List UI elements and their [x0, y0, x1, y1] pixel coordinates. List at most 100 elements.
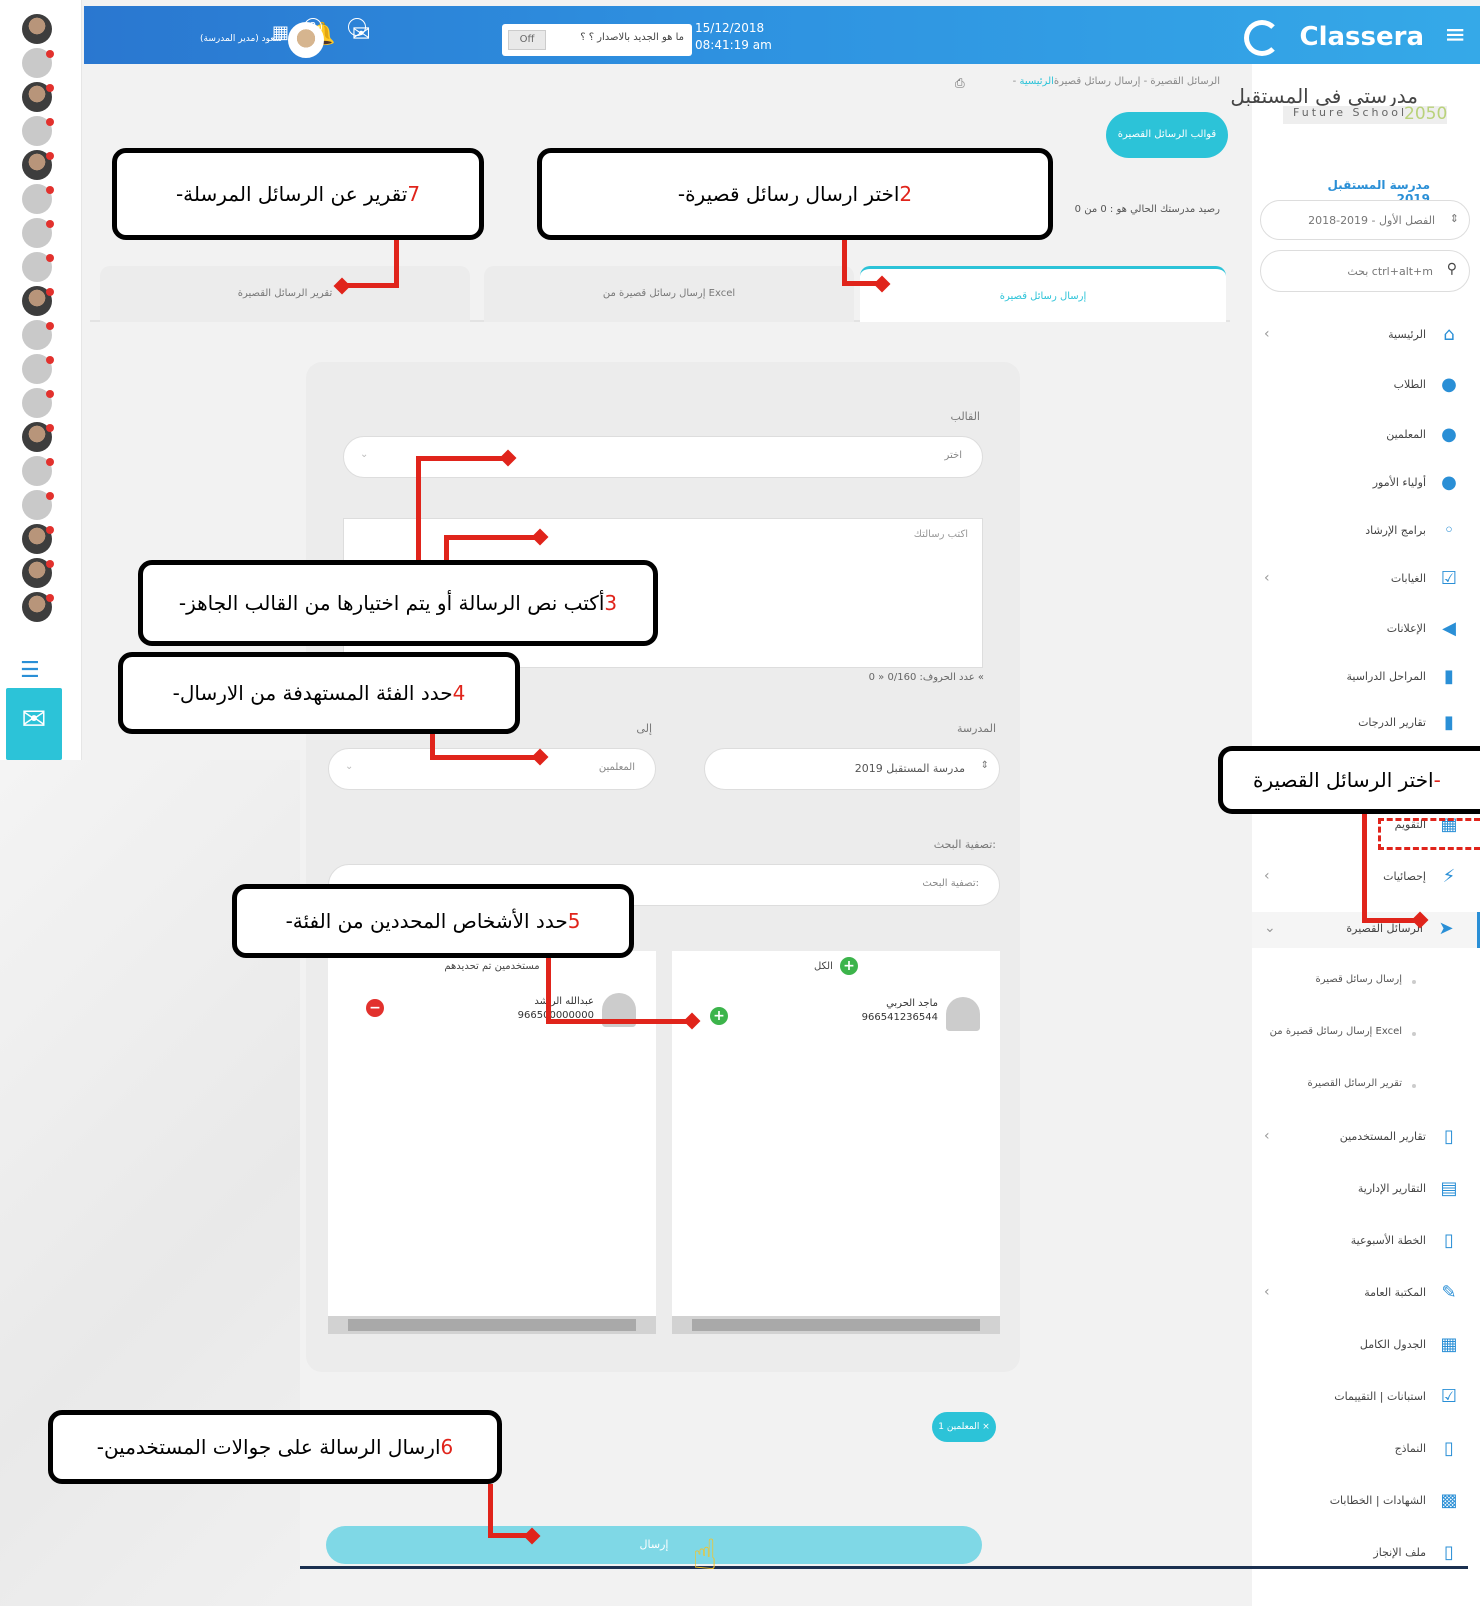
sidebar-item-label: الخطة الأسبوعية: [1350, 1234, 1426, 1247]
toggle-switch[interactable]: Off: [508, 30, 546, 50]
add-user-icon[interactable]: +: [710, 1007, 728, 1025]
chevron-left-icon[interactable]: ‹: [1264, 570, 1270, 586]
chevron-left-icon[interactable]: ‹: [1264, 868, 1270, 884]
user-avatar: [946, 997, 980, 1031]
scrollbar[interactable]: [672, 1316, 1000, 1334]
bullet-icon: [1412, 1032, 1416, 1036]
sidebar-item[interactable]: أولياء الأمور ●: [1252, 466, 1480, 502]
school-label: المدرسة: [957, 722, 996, 735]
sidebar-item[interactable]: الخطة الأسبوعية ▯: [1252, 1224, 1480, 1260]
chat-icon[interactable]: ✉: [6, 688, 62, 760]
remove-user-icon[interactable]: −: [366, 999, 384, 1017]
sidebar-item-label: المراحل الدراسية: [1346, 670, 1426, 683]
sidebar-item[interactable]: المكتبة العامة ✎ ‹: [1252, 1276, 1480, 1312]
avatar[interactable]: [22, 14, 52, 44]
sidebar-item[interactable]: استبانات | التقييمات ☑: [1252, 1380, 1480, 1416]
sidebar-item[interactable]: الشهادات | الخطابات ▩: [1252, 1484, 1480, 1520]
callout-7: -تقرير عن الرسائل المرسلة 7: [112, 148, 484, 240]
templates-button[interactable]: قوالب الرسائل القصيرة: [1106, 112, 1228, 158]
sidebar-item[interactable]: الجدول الكامل ▦: [1252, 1328, 1480, 1364]
user-icon: ●: [1441, 374, 1457, 395]
callout-number: 3: [604, 591, 618, 615]
list-item[interactable]: ماجد الحربي 966541236544: [862, 997, 938, 1025]
sidebar-item[interactable]: المعلمين ●: [1252, 418, 1480, 454]
sidebar-item-label: الطلاب: [1393, 378, 1426, 391]
chart-icon: ▮: [1444, 666, 1454, 687]
menu-icon[interactable]: ≡: [1444, 20, 1466, 50]
callout-4: -حدد الفئة المستهدفة من الارسال 4: [118, 652, 520, 734]
callout-6: -ارسال الرسالة على جوالات المستخدمين 6: [48, 1410, 502, 1484]
sidebar-item[interactable]: برامج الإرشاد ◦: [1252, 514, 1480, 550]
send-button[interactable]: إرسال: [326, 1526, 982, 1564]
chevron-down-icon: ⌄: [360, 449, 369, 460]
selected-group-chip[interactable]: المعلمين 1 ×: [932, 1412, 996, 1442]
school-select[interactable]: مدرسة المستقبل 2019 ⇕: [704, 748, 1000, 790]
sidebar-item[interactable]: الرئيسية ⌂ ‹: [1252, 318, 1480, 354]
chevron-left-icon[interactable]: ‹: [1264, 1284, 1270, 1300]
sidebar-item-label: تقرير الرسائل القصيرة: [1307, 1078, 1402, 1089]
scrollbar-thumb[interactable]: [348, 1319, 636, 1331]
tab-send-sms[interactable]: إرسال رسائل قصيرة: [860, 266, 1226, 322]
sidebar-item-label: تقارير المستخدمين: [1339, 1130, 1426, 1143]
school-value: مدرسة المستقبل 2019: [854, 762, 965, 775]
tab-sms-report[interactable]: تقرير الرسائل القصيرة: [100, 266, 470, 322]
sidebar-item[interactable]: الغيابات ☑ ‹: [1252, 562, 1480, 598]
chevron-left-icon[interactable]: ‹: [1264, 1128, 1270, 1144]
messages-icon[interactable]: ✉: [348, 18, 370, 47]
file-icon: ▯: [1444, 1542, 1454, 1563]
user-name[interactable]: سعود (مدير المدرسة): [200, 34, 282, 44]
semester-select[interactable]: الفصل الأول - 2019-2018 ⇕: [1260, 200, 1470, 240]
brand-logo[interactable]: Classera: [1300, 22, 1425, 52]
table-icon: ▦: [1440, 1334, 1458, 1355]
print-icon[interactable]: ⎙: [955, 76, 965, 91]
sidebar-item-label: أولياء الأمور: [1372, 476, 1426, 489]
pointer-hand-icon: ☝: [692, 1530, 718, 1579]
sidebar-item[interactable]: تقرير الرسائل القصيرة: [1252, 1068, 1480, 1104]
sidebar-item-label: المعلمين: [1386, 428, 1426, 441]
home-icon: ⌂: [1443, 324, 1455, 345]
sidebar-item[interactable]: الإعلانات ◀: [1252, 612, 1480, 648]
sidebar-item[interactable]: إرسال رسائل قصيرة من Excel: [1252, 1016, 1480, 1052]
callout-text: -حدد الفئة المستهدفة من الارسال: [172, 681, 453, 705]
sidebar-item-label: برامج الإرشاد: [1365, 524, 1426, 537]
user-phone: 966541236544: [861, 1012, 938, 1023]
sidebar-item[interactable]: النماذج ▯: [1252, 1432, 1480, 1468]
to-label: إلى: [636, 722, 652, 735]
check-icon: ☑: [1440, 1386, 1458, 1407]
breadcrumb: - الرسائل القصيرة - إرسال رسائل قصيرةالر…: [1013, 76, 1220, 87]
tab-send-excel[interactable]: إرسال رسائل قصيرة من Excel: [484, 266, 854, 322]
user-avatar[interactable]: [288, 22, 324, 58]
file-icon: ▯: [1444, 1230, 1454, 1251]
sidebar-item-label: الرسائل القصيرة: [1346, 922, 1423, 935]
sidebar-item[interactable]: تقارير المستخدمين ▯ ‹: [1252, 1120, 1480, 1156]
select-all-label[interactable]: الكل: [814, 961, 833, 972]
report-icon: ▤: [1440, 1178, 1458, 1199]
callout-number: 5: [567, 909, 581, 933]
callout-number: -: [1433, 768, 1441, 792]
sidebar-search[interactable]: بحث ctrl+alt+m ⚲: [1260, 250, 1470, 292]
list-icon[interactable]: ☰: [20, 658, 44, 683]
bolt-icon: ⚡: [1442, 866, 1456, 887]
sidebar-item-label: النماذج: [1394, 1442, 1426, 1455]
scrollbar[interactable]: [328, 1316, 656, 1334]
breadcrumb-home[interactable]: الرئيسية: [1019, 76, 1053, 87]
bar-chart-icon: ▮: [1444, 712, 1454, 733]
chevron-down-icon[interactable]: ⌄: [1264, 920, 1276, 936]
sidebar-item[interactable]: الطلاب ●: [1252, 368, 1480, 404]
sidebar-item-label: المكتبة العامة: [1364, 1286, 1426, 1299]
sidebar-item[interactable]: المراحل الدراسية ▮: [1252, 660, 1480, 696]
selected-users-list: مستخدمين تم تحديدهم عبدالله الراشد 96650…: [328, 951, 656, 1334]
sidebar-item[interactable]: تقارير الدرجات ▮: [1252, 706, 1480, 742]
scrollbar-thumb[interactable]: [692, 1319, 980, 1331]
message-placeholder: اكتب رسالتك: [913, 529, 968, 540]
sidebar-item-label: الإعلانات: [1386, 622, 1426, 635]
sidebar-item[interactable]: إرسال رسائل قصيرة: [1252, 964, 1480, 1000]
sidebar-item[interactable]: التقارير الإدارية ▤: [1252, 1172, 1480, 1208]
add-all-icon[interactable]: +: [840, 957, 859, 975]
user-name: عبدالله الراشد: [534, 996, 594, 1007]
chevron-left-icon[interactable]: ‹: [1264, 326, 1270, 342]
whats-new-toggle[interactable]: Off ما هو الجديد بالاصدار ؟ ؟: [502, 24, 692, 56]
callout-number: 6: [440, 1435, 454, 1459]
date-time: 15/12/2018 08:41:19 am: [695, 20, 772, 54]
sidebar-item-label: ملف الإنجاز: [1373, 1546, 1426, 1559]
